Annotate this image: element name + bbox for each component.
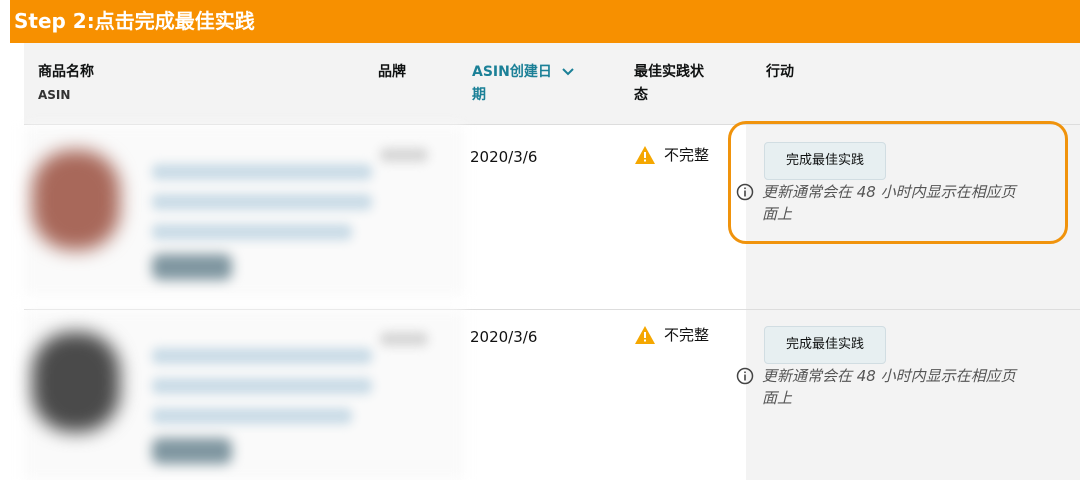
header-status-label: 最佳实践状	[634, 64, 704, 80]
highlight-callout	[728, 121, 1068, 244]
header-status-label-2: 态	[634, 87, 648, 103]
header-best-practice-status[interactable]: 最佳实践状 态	[634, 61, 704, 107]
header-brand[interactable]: 品牌	[378, 61, 406, 84]
chevron-down-icon[interactable]	[562, 61, 574, 84]
best-practice-status: 不完整	[634, 144, 709, 165]
table-row: 2020/3/6 不完整 完成最佳实践 更新通常会在 48 小时内显示在相应页 …	[24, 310, 1080, 480]
header-asin-created-date[interactable]: ASIN创建日 期	[472, 61, 574, 107]
header-asin-date-label-2: 期	[472, 87, 486, 103]
blurred-brand	[380, 148, 428, 162]
status-text: 不完整	[664, 146, 710, 164]
blurred-title-line	[152, 164, 372, 180]
complete-best-practice-button[interactable]: 完成最佳实践	[764, 326, 886, 364]
update-note-line: 面上	[762, 389, 793, 407]
blurred-title-line	[152, 194, 372, 210]
header-brand-label: 品牌	[378, 64, 406, 80]
update-note-text: 更新通常会在 48 小时内显示在相应页 面上	[762, 365, 1016, 409]
blurred-brand	[380, 332, 428, 346]
blurred-asin-badge	[152, 438, 232, 464]
header-action: 行动	[766, 61, 794, 84]
table-header: 商品名称 ASIN 品牌 ASIN创建日 期 最佳实践状 态 行动	[24, 43, 1080, 125]
product-image	[32, 150, 120, 250]
update-note: 更新通常会在 48 小时内显示在相应页 面上	[736, 365, 1056, 409]
header-action-label: 行动	[766, 64, 794, 80]
info-icon	[736, 365, 754, 409]
best-practice-status: 不完整	[634, 324, 709, 345]
warning-icon	[634, 325, 656, 345]
blurred-title-line	[152, 224, 352, 240]
blurred-title-line	[152, 348, 372, 364]
step-banner: Step 2:点击完成最佳实践	[10, 0, 1080, 43]
header-product-name-label: 商品名称	[38, 64, 94, 80]
asin-created-date: 2020/3/6	[470, 148, 538, 166]
product-image	[32, 332, 120, 432]
blurred-asin-badge	[152, 254, 232, 280]
header-asin-date-label: ASIN创建日	[472, 64, 552, 80]
warning-icon	[634, 145, 656, 165]
asin-created-date: 2020/3/6	[470, 328, 538, 346]
product-table: 商品名称 ASIN 品牌 ASIN创建日 期 最佳实践状 态 行动 2020/3…	[24, 43, 1080, 480]
update-note-line: 更新通常会在 48 小时内显示在相应页	[762, 367, 1016, 385]
blurred-title-line	[152, 408, 352, 424]
status-text: 不完整	[664, 326, 710, 344]
header-product-name[interactable]: 商品名称 ASIN	[38, 61, 94, 107]
header-asin-label: ASIN	[38, 88, 71, 102]
blurred-title-line	[152, 378, 372, 394]
